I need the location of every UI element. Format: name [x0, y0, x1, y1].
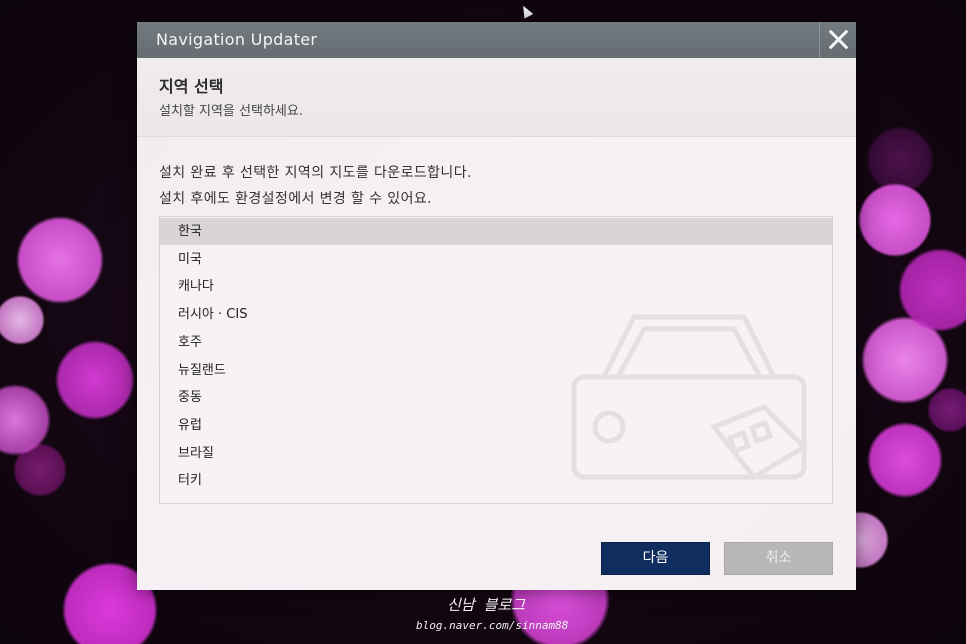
page-title: 지역 선택 — [159, 77, 224, 96]
region-list-item[interactable]: 브라질 — [160, 440, 832, 467]
blog-watermark: 신남 블로그 blog.naver.com/sinnam88 — [416, 594, 569, 632]
region-list-item[interactable]: 중동 — [160, 384, 832, 411]
region-list[interactable]: 한국 미국 캐나다 러시아 · CIS 호주 뉴질랜드 중동 유럽 브라질 터키 — [159, 216, 833, 504]
region-list-item[interactable]: 캐나다 — [160, 273, 832, 300]
description-line-2: 설치 후에도 환경설정에서 변경 할 수 있어요. — [159, 191, 432, 207]
window-title: Navigation Updater — [156, 30, 318, 49]
header-section: 지역 선택 설치할 지역을 선택하세요. — [137, 58, 856, 137]
region-list-item[interactable]: 러시아 · CIS — [160, 301, 832, 328]
region-list-item[interactable]: 뉴질랜드 — [160, 357, 832, 384]
region-list-item[interactable]: 터키 — [160, 467, 832, 494]
region-list-item[interactable]: 호주 — [160, 329, 832, 356]
cancel-button[interactable]: 취소 — [724, 542, 833, 575]
close-icon[interactable] — [819, 22, 856, 58]
watermark-name: 신남 블로그 — [446, 596, 526, 614]
watermark-url: blog.naver.com/sinnam88 — [416, 619, 569, 632]
title-bar[interactable]: Navigation Updater — [137, 22, 856, 58]
region-list-item[interactable]: 유럽 — [160, 412, 832, 439]
navigation-updater-dialog: Navigation Updater 지역 선택 설치할 지역을 선택하세요. … — [137, 22, 856, 590]
cursor-arrow-icon — [518, 3, 534, 19]
region-list-item[interactable]: 미국 — [160, 246, 832, 273]
next-button[interactable]: 다음 — [601, 542, 710, 575]
description-line-1: 설치 완료 후 선택한 지역의 지도를 다운로드합니다. — [159, 165, 472, 181]
region-list-item[interactable]: 한국 — [160, 218, 832, 245]
page-subtitle: 설치할 지역을 선택하세요. — [159, 104, 303, 119]
